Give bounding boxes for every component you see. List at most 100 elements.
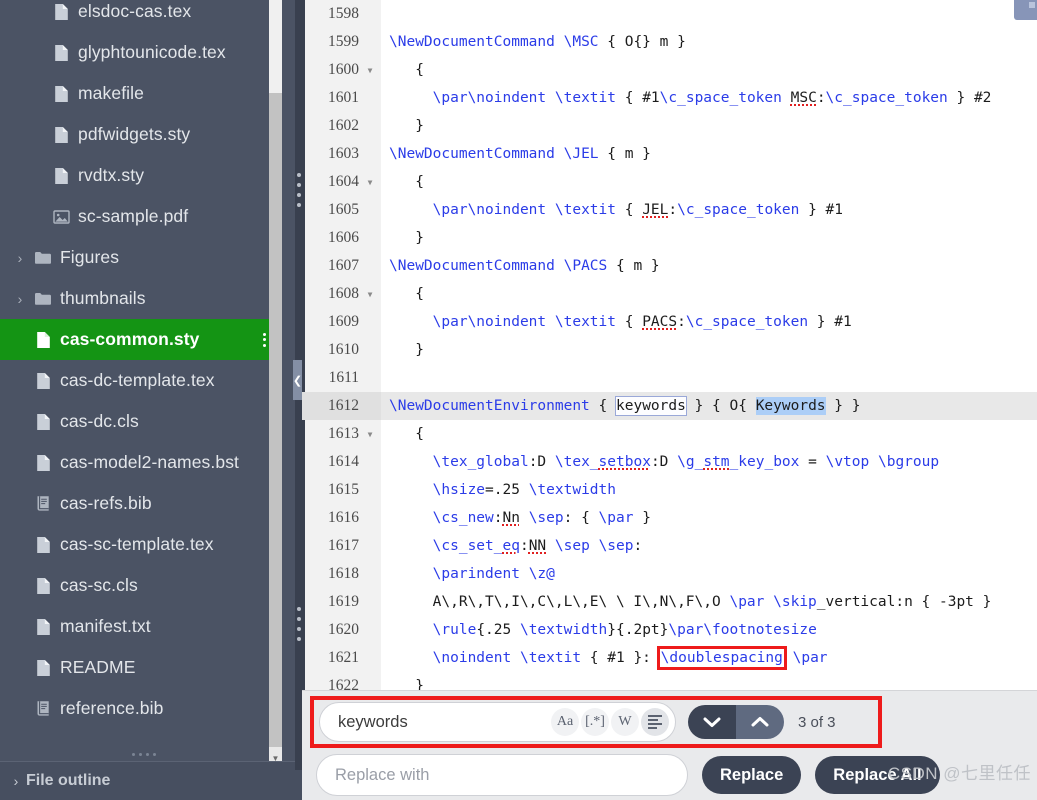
file-name-label: Figures bbox=[60, 247, 120, 267]
file-list-item[interactable]: cas-refs.bib bbox=[0, 483, 282, 524]
line-number: 1612 bbox=[302, 392, 381, 420]
replace-input[interactable]: Replace with bbox=[316, 754, 688, 796]
whole-word-toggle[interactable]: W bbox=[611, 708, 639, 736]
code-text: } bbox=[389, 230, 424, 246]
line-number: 1602 bbox=[328, 117, 359, 134]
line-number: 1607 bbox=[328, 257, 359, 274]
fold-toggle-icon[interactable]: ▼ bbox=[364, 56, 376, 84]
code-line[interactable]: 1614 \tex_global:D \tex_setbox:D \g_stm_… bbox=[302, 448, 1037, 476]
file-outline-label: File outline bbox=[26, 772, 111, 789]
code-line[interactable]: 1621 \noindent \textit { #1 }: \doublesp… bbox=[302, 644, 1037, 672]
file-list-item[interactable]: cas-dc-template.tex bbox=[0, 360, 282, 401]
file-list-item[interactable]: cas-sc.cls bbox=[0, 565, 282, 606]
image-icon bbox=[48, 209, 74, 225]
chevron-right-icon[interactable]: › bbox=[10, 292, 30, 306]
code-line[interactable]: 1615 \hsize=.25 \textwidth bbox=[302, 476, 1037, 504]
code-text: \par\noindent \textit { JEL:\c_space_tok… bbox=[432, 202, 844, 218]
find-input[interactable]: keywords Aa [.*] W bbox=[319, 702, 676, 742]
file-list-item[interactable]: README bbox=[0, 647, 282, 688]
code-line[interactable]: 1603 \NewDocumentCommand \JEL { m } bbox=[302, 140, 1037, 168]
chevron-right-icon[interactable]: › bbox=[10, 251, 30, 265]
sidebar-scrollbar-thumb[interactable] bbox=[269, 93, 282, 753]
folder-icon bbox=[30, 250, 56, 265]
file-list-item[interactable]: elsdoc-cas.tex bbox=[0, 0, 282, 32]
sidebar-resize-handle[interactable] bbox=[132, 753, 156, 756]
code-line[interactable]: 1612 \NewDocumentEnvironment { keywords }… bbox=[302, 392, 1037, 420]
splitter-dots-top[interactable] bbox=[297, 173, 301, 207]
file-list-item[interactable]: pdfwidgets.sty bbox=[0, 114, 282, 155]
code-line[interactable]: 1618 \parindent \z@ bbox=[302, 560, 1037, 588]
code-lines[interactable]: 1598 1599 \NewDocumentCommand \MSC { O{} m… bbox=[302, 0, 1037, 690]
line-number: 1620 bbox=[328, 621, 359, 638]
code-line[interactable]: 1602 } bbox=[302, 112, 1037, 140]
code-text: \rule{.25 \textwidth}{.2pt}\par\footnote… bbox=[432, 622, 817, 638]
file-list-item[interactable]: rvdtx.sty bbox=[0, 155, 282, 196]
file-outline-section[interactable]: › File outline bbox=[0, 762, 302, 800]
file-list-item[interactable]: cas-sc-template.tex bbox=[0, 524, 282, 565]
line-number: 1606 bbox=[328, 229, 359, 246]
code-line[interactable]: 1598 bbox=[302, 0, 1037, 28]
fold-toggle-icon[interactable]: ▼ bbox=[364, 280, 376, 308]
file-list-item[interactable]: cas-dc.cls bbox=[0, 401, 282, 442]
code-text: \NewDocumentCommand \PACS { m } bbox=[389, 258, 660, 274]
code-line[interactable]: 1605 \par\noindent \textit { JEL:\c_spac… bbox=[302, 196, 1037, 224]
code-line[interactable]: 1599 \NewDocumentCommand \MSC { O{} m } bbox=[302, 28, 1037, 56]
use-regex-toggle[interactable]: [.*] bbox=[581, 708, 609, 736]
code-line[interactable]: 1611 bbox=[302, 364, 1037, 392]
minimap-corner-indicator[interactable] bbox=[1014, 0, 1037, 20]
line-number: 1619 bbox=[328, 593, 359, 610]
sidebar-scrollbar-track[interactable] bbox=[269, 0, 282, 770]
code-line[interactable]: 1609 \par\noindent \textit { PACS:\c_spa… bbox=[302, 308, 1037, 336]
fold-toggle-icon[interactable]: ▼ bbox=[364, 168, 376, 196]
chevron-right-icon: › bbox=[13, 773, 19, 789]
code-line[interactable]: 1601 \par\noindent \textit { #1\c_space_… bbox=[302, 84, 1037, 112]
file-list-item[interactable]: makefile bbox=[0, 73, 282, 114]
file-list-item[interactable]: glyphtounicode.tex bbox=[0, 32, 282, 73]
file-name-label: sc-sample.pdf bbox=[78, 206, 189, 226]
code-text: \parindent \z@ bbox=[432, 566, 555, 582]
file-list-item[interactable]: › Figures bbox=[0, 237, 282, 278]
code-line[interactable]: 1600 ▼ { bbox=[302, 56, 1037, 84]
code-line[interactable]: 1619 A\,R\,T\,I\,C\,L\,E\ \ I\,N\,F\,O \… bbox=[302, 588, 1037, 616]
code-line[interactable]: 1622 } bbox=[302, 672, 1037, 690]
code-editor[interactable]: 1598 1599 \NewDocumentCommand \MSC { O{} m… bbox=[302, 0, 1037, 690]
code-line[interactable]: 1604 ▼ { bbox=[302, 168, 1037, 196]
code-line[interactable]: 1613 ▼ { bbox=[302, 420, 1037, 448]
fold-toggle-icon[interactable]: ▼ bbox=[364, 420, 376, 448]
line-number: 1603 bbox=[328, 145, 359, 162]
in-selection-toggle[interactable] bbox=[641, 708, 669, 736]
code-line[interactable]: 1610 } bbox=[302, 336, 1037, 364]
find-previous-button[interactable] bbox=[736, 705, 784, 739]
more-options-icon[interactable] bbox=[263, 332, 266, 347]
file-list-item[interactable]: cas-common.sty bbox=[0, 319, 282, 360]
line-number: 1618 bbox=[328, 565, 359, 582]
file-list-item[interactable]: cas-model2-names.bst bbox=[0, 442, 282, 483]
code-line[interactable]: 1616 \cs_new:Nn \sep: { \par } bbox=[302, 504, 1037, 532]
file-name-label: cas-sc-template.tex bbox=[60, 534, 214, 554]
splitter-dots-bottom[interactable] bbox=[297, 607, 301, 641]
code-line[interactable]: 1617 \cs_set_eq:NN \sep \sep: bbox=[302, 532, 1037, 560]
find-next-button[interactable] bbox=[688, 705, 736, 739]
file-icon bbox=[48, 3, 74, 21]
collapse-sidebar-button[interactable]: ❮ bbox=[293, 360, 302, 400]
line-number: 1617 bbox=[328, 537, 359, 554]
chevron-up-icon bbox=[751, 717, 769, 727]
file-list-item[interactable]: manifest.txt bbox=[0, 606, 282, 647]
code-line[interactable]: 1607 \NewDocumentCommand \PACS { m } bbox=[302, 252, 1037, 280]
replace-button[interactable]: Replace bbox=[702, 756, 802, 794]
match-case-toggle[interactable]: Aa bbox=[551, 708, 579, 736]
app-window: elsdoc-cas.tex glyphtounicode.tex makefi… bbox=[0, 0, 1037, 800]
code-line[interactable]: 1606 } bbox=[302, 224, 1037, 252]
code-text: } bbox=[389, 678, 424, 690]
code-line[interactable]: 1620 \rule{.25 \textwidth}{.2pt}\par\foo… bbox=[302, 616, 1037, 644]
code-line[interactable]: 1608 ▼ { bbox=[302, 280, 1037, 308]
file-list-item[interactable]: reference.bib bbox=[0, 688, 282, 729]
file-list-item[interactable]: sc-sample.pdf bbox=[0, 196, 282, 237]
find-row-highlighted: keywords Aa [.*] W 3 of 3 bbox=[310, 696, 882, 748]
line-number: 1616 bbox=[328, 509, 359, 526]
code-text: \cs_set_eq:NN \sep \sep: bbox=[432, 538, 643, 554]
file-list-item[interactable]: › thumbnails bbox=[0, 278, 282, 319]
